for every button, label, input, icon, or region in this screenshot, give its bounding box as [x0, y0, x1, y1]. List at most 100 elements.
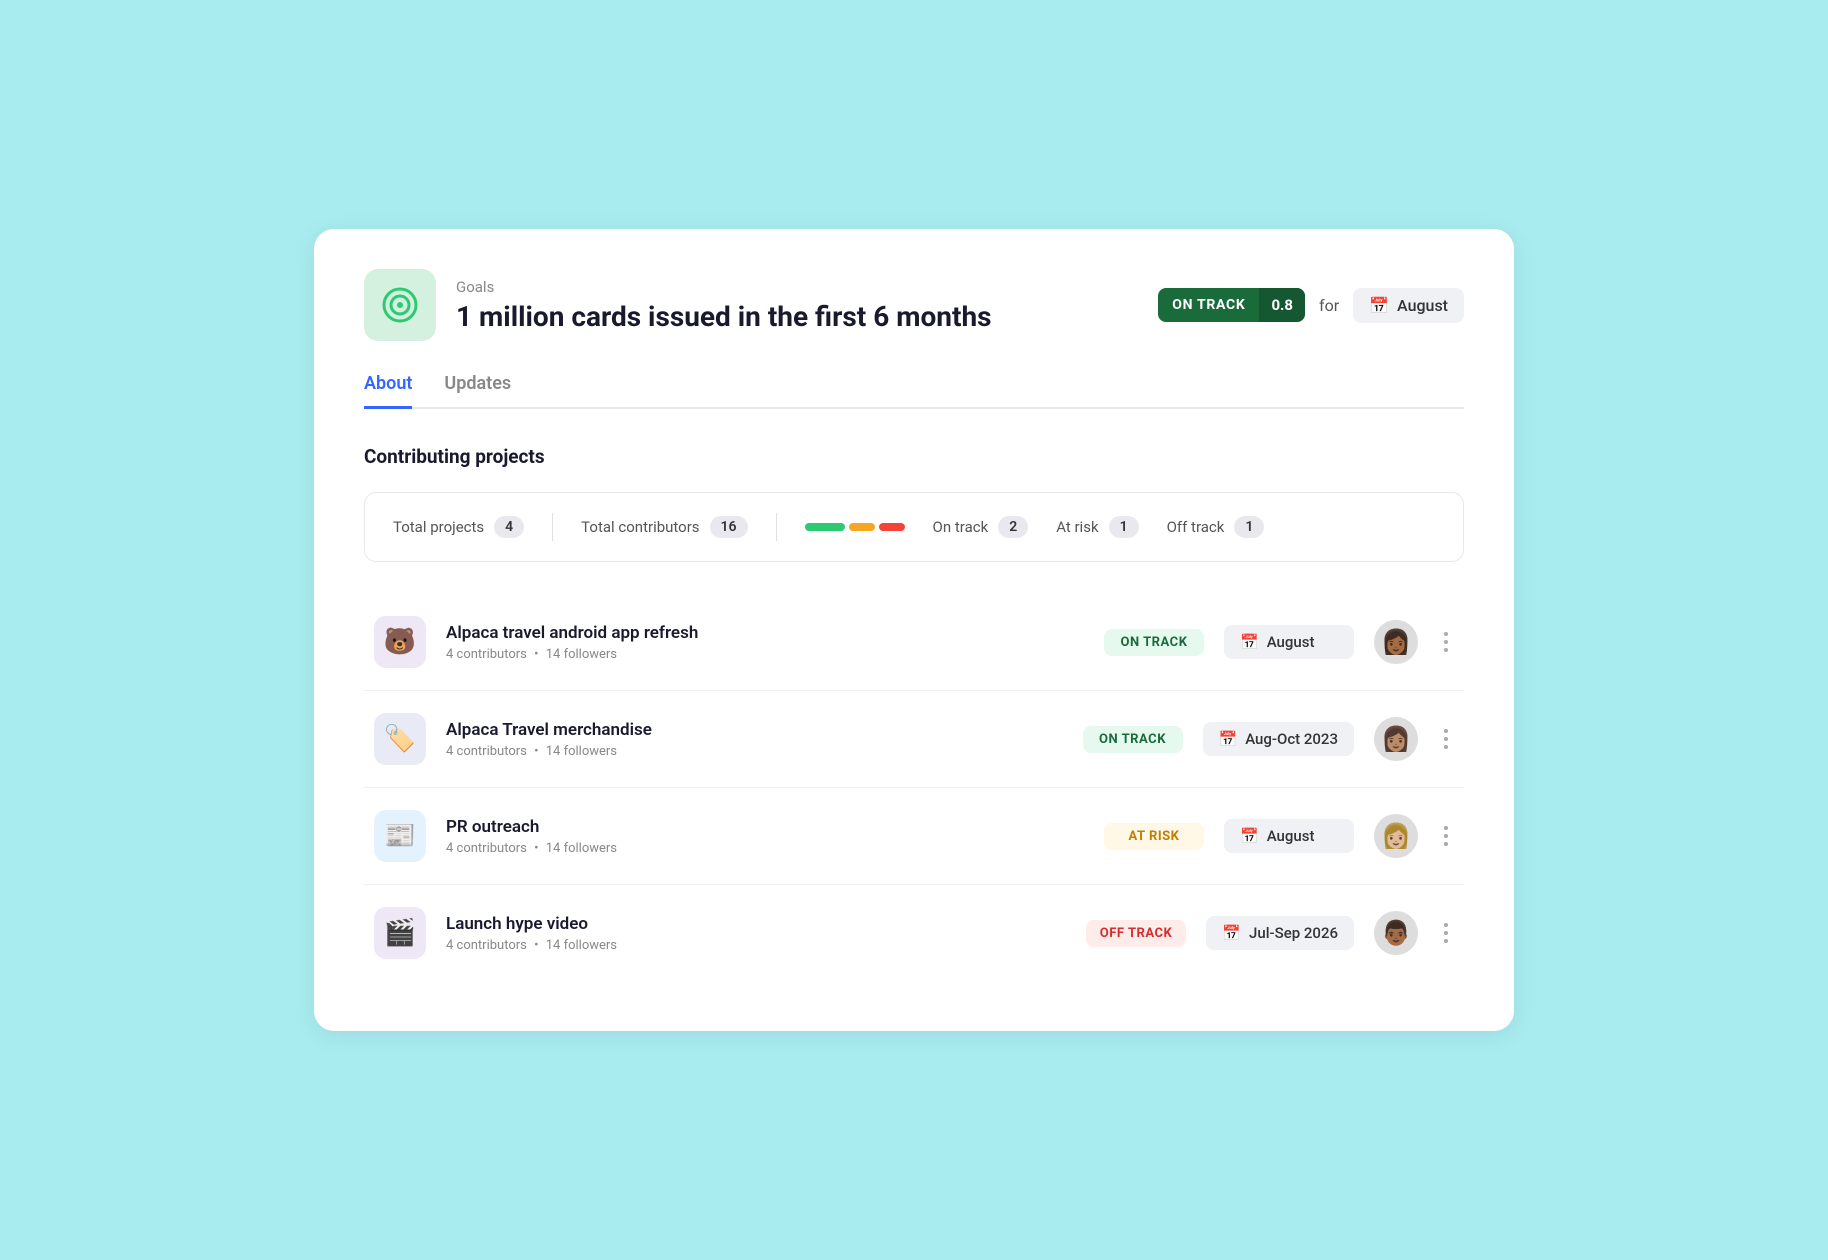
date-badge-merchandise[interactable]: 📅 Aug-Oct 2023	[1203, 722, 1355, 756]
date-badge-pr-outreach[interactable]: 📅 August	[1224, 819, 1354, 853]
date-badge-hype-video[interactable]: 📅 Jul-Sep 2026	[1206, 916, 1354, 950]
divider-2	[776, 513, 777, 541]
off-track-label: Off track	[1167, 518, 1225, 536]
on-track-value: 2	[998, 516, 1028, 538]
goal-label: Goals	[456, 278, 992, 296]
off-track-value: 1	[1234, 516, 1264, 538]
contributors-hype-video: 4 contributors	[446, 938, 527, 953]
tab-updates[interactable]: Updates	[444, 373, 511, 409]
more-dot	[1444, 632, 1448, 636]
total-contributors-stat: Total contributors 16	[581, 516, 747, 538]
project-name-android-app: Alpaca travel android app refresh	[446, 623, 1084, 643]
divider	[552, 513, 553, 541]
total-contributors-label: Total contributors	[581, 518, 699, 536]
more-dot	[1444, 834, 1448, 838]
project-row-hype-video[interactable]: 🎬 Launch hype video 4 contributors • 14 …	[364, 885, 1464, 981]
more-dot	[1444, 939, 1448, 943]
month-badge[interactable]: 📅 August	[1353, 288, 1464, 323]
on-track-badge: ON TRACK 0.8	[1158, 288, 1305, 322]
project-name-hype-video: Launch hype video	[446, 914, 1066, 934]
followers-hype-video: 14 followers	[546, 938, 617, 953]
on-track-label: On track	[933, 518, 989, 536]
off-track-stat: Off track 1	[1167, 516, 1265, 538]
status-score: 0.8	[1259, 288, 1305, 322]
more-dot	[1444, 826, 1448, 830]
status-badge-android-app: ON TRACK	[1104, 629, 1204, 656]
on-track-stat: On track 2	[933, 516, 1029, 538]
project-icon-pr-outreach: 📰	[374, 810, 426, 862]
followers-merchandise: 14 followers	[546, 744, 617, 759]
more-dot	[1444, 842, 1448, 846]
more-button-merchandise[interactable]	[1438, 723, 1454, 755]
at-risk-stat: At risk 1	[1056, 516, 1138, 538]
tab-about[interactable]: About	[364, 373, 412, 409]
total-projects-value: 4	[494, 516, 524, 538]
header: Goals 1 million cards issued in the firs…	[364, 269, 1464, 341]
followers-android-app: 14 followers	[546, 647, 617, 662]
total-contributors-value: 16	[710, 516, 748, 538]
status-badge-hype-video: OFF TRACK	[1086, 920, 1187, 947]
project-meta-pr-outreach: 4 contributors • 14 followers	[446, 841, 1084, 856]
at-risk-label: At risk	[1056, 518, 1098, 536]
project-info-android-app: Alpaca travel android app refresh 4 cont…	[446, 623, 1084, 662]
date-text-android-app: August	[1267, 633, 1315, 651]
more-dot	[1444, 737, 1448, 741]
project-info-merchandise: Alpaca Travel merchandise 4 contributors…	[446, 720, 1063, 759]
project-name-pr-outreach: PR outreach	[446, 817, 1084, 837]
date-text-pr-outreach: August	[1267, 827, 1315, 845]
total-projects-stat: Total projects 4	[393, 516, 524, 538]
date-badge-android-app[interactable]: 📅 August	[1224, 625, 1354, 659]
project-icon-android-app: 🐻	[374, 616, 426, 668]
more-button-hype-video[interactable]	[1438, 917, 1454, 949]
more-button-android-app[interactable]	[1438, 626, 1454, 658]
project-name-merchandise: Alpaca Travel merchandise	[446, 720, 1063, 740]
project-row-pr-outreach[interactable]: 📰 PR outreach 4 contributors • 14 follow…	[364, 788, 1464, 885]
project-info-hype-video: Launch hype video 4 contributors • 14 fo…	[446, 914, 1066, 953]
status-label: ON TRACK	[1158, 289, 1259, 321]
more-dot	[1444, 923, 1448, 927]
calendar-icon-pr-outreach: 📅	[1240, 827, 1259, 845]
avatar-pr-outreach: 👩🏼	[1374, 814, 1418, 858]
project-meta-android-app: 4 contributors • 14 followers	[446, 647, 1084, 662]
orange-bar	[849, 523, 875, 531]
red-bar	[879, 523, 905, 531]
date-text-merchandise: Aug-Oct 2023	[1245, 730, 1338, 748]
status-badge-pr-outreach: AT RISK	[1104, 823, 1204, 850]
more-dot	[1444, 648, 1448, 652]
month-label: August	[1397, 296, 1448, 315]
project-row-merchandise[interactable]: 🏷️ Alpaca Travel merchandise 4 contribut…	[364, 691, 1464, 788]
goal-meta: Goals 1 million cards issued in the firs…	[456, 278, 992, 333]
stats-row: Total projects 4 Total contributors 16 O…	[364, 492, 1464, 562]
at-risk-value: 1	[1109, 516, 1139, 538]
calendar-icon: 📅	[1369, 296, 1389, 315]
section-title: Contributing projects	[364, 445, 1464, 468]
project-row-android-app[interactable]: 🐻 Alpaca travel android app refresh 4 co…	[364, 594, 1464, 691]
more-dot	[1444, 640, 1448, 644]
more-dot	[1444, 931, 1448, 935]
progress-bars	[805, 523, 905, 531]
status-badge-merchandise: ON TRACK	[1083, 726, 1183, 753]
project-list: 🐻 Alpaca travel android app refresh 4 co…	[364, 594, 1464, 981]
project-icon-hype-video: 🎬	[374, 907, 426, 959]
main-card: Goals 1 million cards issued in the firs…	[314, 229, 1514, 1031]
green-bar	[805, 523, 845, 531]
total-projects-label: Total projects	[393, 518, 484, 536]
header-left: Goals 1 million cards issued in the firs…	[364, 269, 992, 341]
calendar-icon-android-app: 📅	[1240, 633, 1259, 651]
project-icon-merchandise: 🏷️	[374, 713, 426, 765]
avatar-android-app: 👩🏾	[1374, 620, 1418, 664]
more-button-pr-outreach[interactable]	[1438, 820, 1454, 852]
calendar-icon-hype-video: 📅	[1222, 924, 1241, 942]
date-text-hype-video: Jul-Sep 2026	[1249, 924, 1338, 942]
calendar-icon-merchandise: 📅	[1219, 730, 1238, 748]
avatar-hype-video: 👨🏾	[1374, 911, 1418, 955]
followers-pr-outreach: 14 followers	[546, 841, 617, 856]
more-dot	[1444, 729, 1448, 733]
for-label: for	[1319, 296, 1339, 315]
project-info-pr-outreach: PR outreach 4 contributors • 14 follower…	[446, 817, 1084, 856]
more-dot	[1444, 745, 1448, 749]
contributors-merchandise: 4 contributors	[446, 744, 527, 759]
project-meta-merchandise: 4 contributors • 14 followers	[446, 744, 1063, 759]
header-right: ON TRACK 0.8 for 📅 August	[1158, 288, 1464, 323]
contributors-android-app: 4 contributors	[446, 647, 527, 662]
